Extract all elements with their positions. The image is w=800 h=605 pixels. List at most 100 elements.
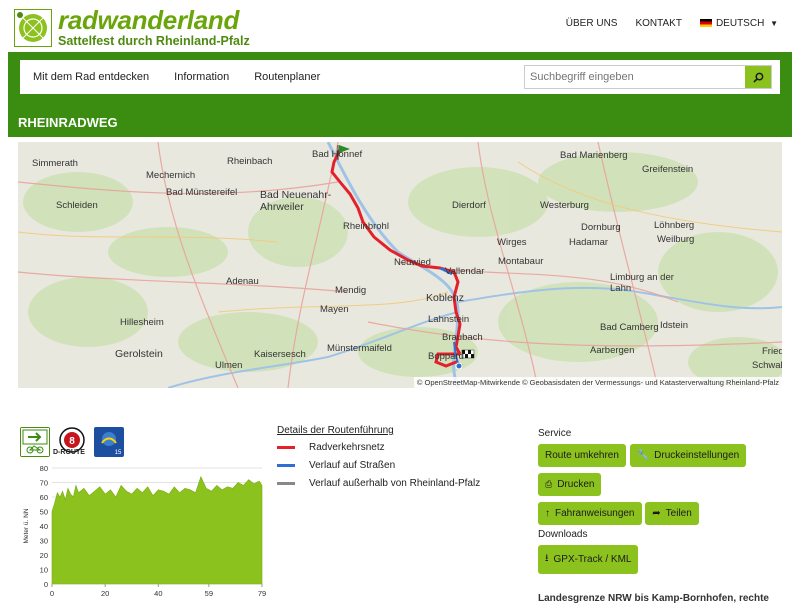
service-heading: Service [538, 428, 572, 439]
route-legend: Details der Routenführung Radverkehrsnet… [277, 425, 480, 496]
turn-up-icon: ↑ [545, 508, 550, 519]
main-navigation: Mit dem Rad entdecken Information Routen… [20, 60, 780, 94]
map-place-label: Bad Honnef [312, 149, 363, 160]
german-flag-icon [699, 19, 712, 27]
map-place-label: Ulmen [215, 360, 243, 371]
chart-y-tick-label: 50 [40, 508, 48, 517]
map-attribution: © OpenStreetMap-Mitwirkende © Geobasisda… [413, 377, 782, 388]
map-place-label: Mendig [335, 285, 367, 296]
bicycle-logo-icon[interactable] [14, 9, 52, 47]
page-title: RHEINRADWEG [18, 115, 118, 130]
chart-y-tick-label: 30 [40, 537, 48, 546]
language-select[interactable]: DEUTSCH ▼ [699, 18, 778, 29]
share-button[interactable]: ➦ Teilen [645, 502, 699, 525]
elevation-area [51, 475, 263, 585]
rheinradweg-number: 15 [115, 450, 122, 456]
map-place-label: Bad Münstereifel [166, 187, 238, 198]
map-place-label: Koblenz [426, 292, 464, 304]
map-place-label: Idstein [660, 320, 688, 331]
nav-item-route-planner[interactable]: Routenplaner [254, 71, 320, 83]
map-place-label: Rheinbach [227, 156, 273, 167]
button-label: Drucken [557, 479, 595, 490]
map-place-label: Limburg an der Lahn [610, 272, 674, 294]
chart-x-tick-label: 0 [50, 589, 54, 598]
legend-title[interactable]: Details der Routenführung [277, 425, 480, 436]
map-place-label: Vallendar [445, 266, 485, 277]
map-place-label: Greifenstein [642, 164, 694, 175]
directions-button[interactable]: ↑ Fahranweisungen [538, 502, 642, 525]
search-icon [752, 72, 763, 83]
legend-row: Verlauf auf Straßen [277, 460, 480, 471]
chart-x-tick-label: 20 [101, 589, 109, 598]
map-place-label: Kaisersesch [254, 349, 306, 360]
caret-down-icon: ▼ [770, 19, 778, 28]
print-settings-button[interactable]: 🔧 Druckeinstellungen [629, 444, 747, 467]
map-place-label: Montabaur [498, 256, 544, 267]
map-place-label: Bad Neuenahr-Ahrweiler [260, 189, 332, 213]
contact-link[interactable]: KONTAKT [635, 18, 681, 29]
wrench-icon: 🔧 [636, 450, 650, 461]
map-place-label: Lahnstein [428, 314, 470, 325]
printer-icon: ⎙ [545, 479, 553, 489]
chart-y-tick-label: 0 [44, 580, 48, 589]
legend-label: Verlauf außerhalb von Rheinland-Pfalz [309, 478, 481, 489]
button-label: Teilen [665, 508, 692, 519]
legend-label: Verlauf auf Straßen [309, 460, 396, 471]
map-place-label: Dornburg [581, 222, 621, 233]
download-icon: ⭳ [545, 553, 549, 564]
cycle-route-sign-icon[interactable] [20, 427, 50, 457]
top-navigation: ÜBER UNS KONTAKT DEUTSCH ▼ [566, 18, 778, 29]
map-place-label: Friedrichsdorf [762, 346, 782, 357]
legend-row: Radverkehrsnetz [277, 442, 480, 453]
gpx-download-button[interactable]: ⭳ GPX-Track / KML [538, 545, 639, 574]
nav-item-discover[interactable]: Mit dem Rad entdecken [33, 71, 149, 83]
map-place-label: Dierdorf [452, 200, 486, 211]
map-place-label: Gerolstein [115, 348, 163, 360]
map-place-label: Hadamar [569, 237, 609, 248]
legend-row: Verlauf außerhalb von Rheinland-Pfalz [277, 478, 480, 489]
site-header: radwanderland Sattelfest durch Rheinland… [0, 0, 800, 52]
map-place-label: Schleiden [56, 200, 98, 211]
button-label: Route umkehren [545, 450, 619, 461]
search-button[interactable] [745, 66, 771, 88]
chart-y-tick-label: 60 [40, 493, 48, 502]
chart-y-tick-label: 80 [40, 464, 48, 473]
share-icon: ➦ [652, 508, 661, 519]
legend-swatch-red [277, 446, 295, 449]
search-input[interactable] [525, 66, 745, 88]
about-link[interactable]: ÜBER UNS [566, 18, 618, 29]
chart-x-tick-label: 79 [258, 589, 266, 598]
map-place-label: Mayen [320, 304, 349, 315]
chart-x-tick-label: 40 [154, 589, 162, 598]
chart-y-tick-label: 10 [40, 566, 48, 575]
map-place-label: Braubach [442, 332, 483, 343]
print-button[interactable]: ⎙ Drucken [538, 473, 602, 496]
button-label: Fahranweisungen [555, 508, 635, 519]
map-place-label: Rheinbrohl [343, 221, 389, 232]
site-brand[interactable]: radwanderland [58, 5, 239, 36]
legend-swatch-grey [277, 482, 295, 485]
reverse-route-button[interactable]: Route umkehren [538, 444, 626, 467]
map-place-label: Simmerath [32, 158, 78, 169]
route-map[interactable]: Simmerath Rheinbach Bad Honnef Bad Marie… [18, 142, 782, 388]
downloads-heading: Downloads [538, 529, 588, 540]
rheinradweg-badge-icon[interactable]: 15 [94, 427, 124, 457]
map-place-label: Westerburg [540, 200, 589, 211]
map-place-label: Mechernich [146, 170, 196, 181]
legend-label: Radverkehrsnetz [309, 442, 385, 453]
site-tagline: Sattelfest durch Rheinland-Pfalz [58, 34, 250, 48]
chart-y-tick-label: 70 [40, 479, 48, 488]
d-route-label: D-ROUTE [53, 449, 85, 456]
map-place-label: Neuwied [394, 257, 431, 268]
nav-item-information[interactable]: Information [174, 71, 229, 83]
button-label: Druckeinstellungen [654, 450, 740, 461]
d-route-number: 8 [69, 436, 75, 447]
chart-y-tick-label: 40 [40, 522, 48, 531]
elevation-chart: 0 10 20 30 40 50 60 70 80 0 20 40 59 79 Meter ü. NN [23, 464, 266, 598]
map-place-label: Hillesheim [120, 317, 164, 328]
service-panel: Service Route umkehren 🔧 Druckeinstellung… [538, 428, 747, 580]
button-label: GPX-Track / KML [553, 554, 632, 565]
language-label: DEUTSCH [715, 18, 765, 29]
map-place-label: Schwalbach [752, 360, 782, 371]
map-place-label: Adenau [226, 276, 259, 287]
